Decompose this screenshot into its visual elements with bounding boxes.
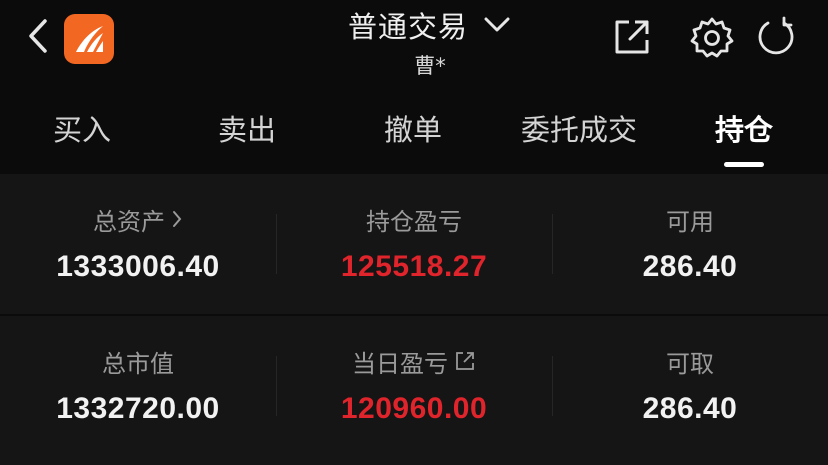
- position-pnl-value: 125518.27: [340, 250, 488, 283]
- title-row: 普通交易: [348, 4, 512, 46]
- active-tab-indicator: [724, 162, 764, 167]
- trade-tabs: 买入 卖出 撤单 委托成交 持仓: [0, 96, 828, 168]
- market-value-cell: 总市值 1332720.00: [0, 316, 276, 456]
- total-assets-value: 1333006.40: [56, 250, 220, 283]
- total-assets-label-text: 总资产: [93, 207, 165, 236]
- market-value-label: 总市值: [102, 349, 174, 378]
- available-label: 可用: [666, 207, 714, 236]
- share-button[interactable]: [608, 15, 656, 63]
- chevron-right-icon: [171, 209, 183, 229]
- broker-logo: [64, 14, 114, 64]
- chevron-left-icon: [27, 18, 49, 58]
- share-external-icon: [611, 16, 653, 62]
- tab-positions[interactable]: 持仓: [715, 96, 773, 160]
- gear-icon: [690, 15, 734, 63]
- withdrawable-label: 可取: [666, 349, 714, 378]
- account-name: 曹*: [414, 54, 446, 78]
- tab-cancel-order[interactable]: 撤单: [384, 96, 442, 160]
- top-bar: 普通交易 曹*: [0, 0, 828, 92]
- withdrawable-value: 286.40: [642, 392, 738, 425]
- summary-row: 总市值 1332720.00 当日盈亏 120960.00 可取 286.40: [0, 316, 828, 456]
- trading-app: 普通交易 曹* 买入 卖出 撤单 委托成交 持仓 总资产 1333006.40 …: [0, 0, 828, 465]
- daily-pnl-label: 当日盈亏: [352, 344, 476, 378]
- tab-buy[interactable]: 买入: [53, 96, 111, 160]
- account-summary: 总资产 1333006.40 持仓盈亏 125518.27 可用 286.40 …: [0, 174, 828, 465]
- total-assets-label: 总资产: [93, 202, 183, 236]
- available-value: 286.40: [642, 250, 738, 283]
- tab-sell[interactable]: 卖出: [218, 96, 276, 160]
- daily-pnl-label-text: 当日盈亏: [352, 349, 448, 378]
- withdrawable-cell: 可取 286.40: [552, 316, 828, 456]
- position-pnl-cell: 持仓盈亏 125518.27: [276, 174, 552, 314]
- position-pnl-label: 持仓盈亏: [366, 207, 462, 236]
- refresh-button[interactable]: [752, 15, 800, 63]
- summary-row: 总资产 1333006.40 持仓盈亏 125518.27 可用 286.40: [0, 174, 828, 314]
- daily-pnl-cell[interactable]: 当日盈亏 120960.00: [276, 316, 552, 456]
- tab-orders-deals[interactable]: 委托成交: [521, 96, 637, 160]
- settings-button[interactable]: [688, 15, 736, 63]
- title-group[interactable]: 普通交易 曹*: [300, 4, 560, 86]
- market-value-value: 1332720.00: [56, 392, 220, 425]
- page-title: 普通交易: [347, 10, 468, 44]
- daily-pnl-value: 120960.00: [340, 392, 488, 425]
- back-button[interactable]: [20, 18, 56, 58]
- total-assets-cell[interactable]: 总资产 1333006.40: [0, 174, 276, 314]
- refresh-icon: [754, 15, 798, 63]
- open-external-icon[interactable]: [454, 350, 476, 372]
- available-cell: 可用 286.40: [552, 174, 828, 314]
- chevron-down-icon[interactable]: [482, 10, 512, 40]
